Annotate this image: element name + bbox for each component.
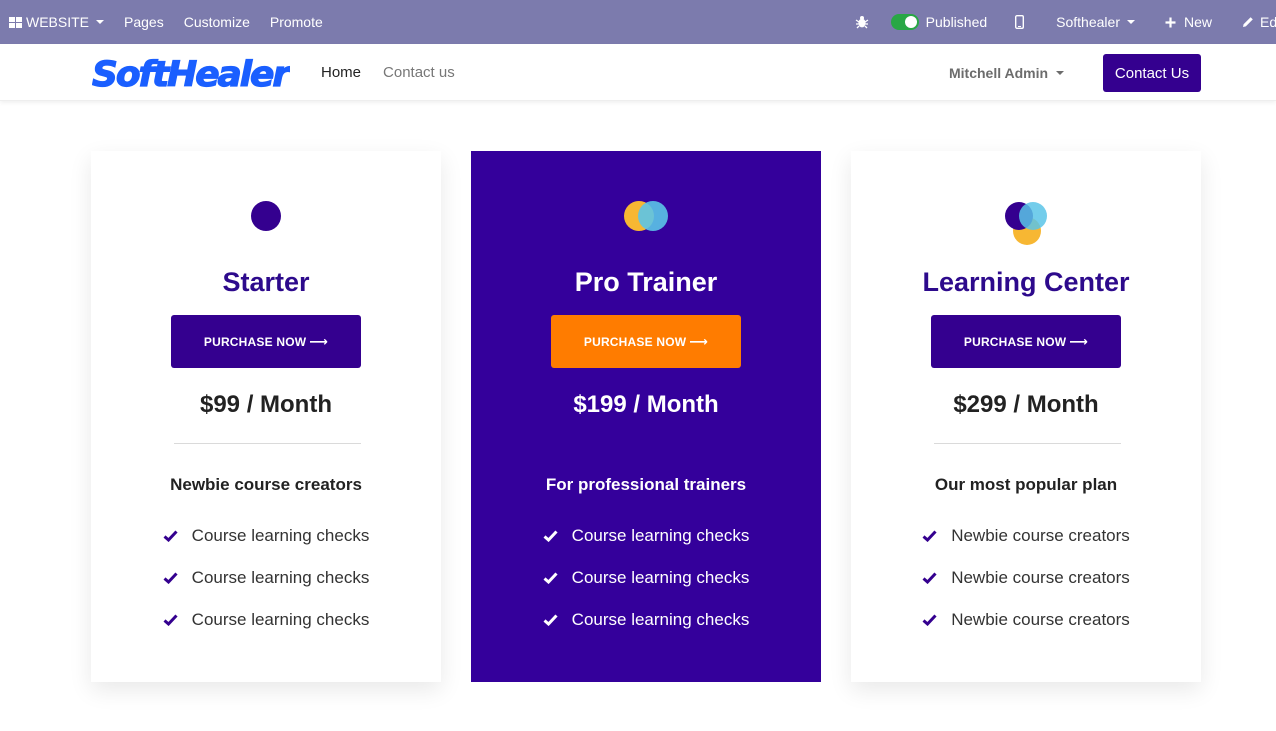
user-name: Mitchell Admin [949,64,1049,81]
feature-item: Course learning checks [471,515,821,557]
check-icon [163,530,178,542]
two-circles-icon [471,199,821,249]
admin-bar: WEBSITE Pages Customize Promote Publishe… [0,0,1276,44]
feature-item: Course learning checks [471,557,821,599]
published-label: Published [925,14,988,30]
feature-text: Course learning checks [191,526,370,545]
feature-text: Newbie course creators [951,610,1130,629]
promote-menu[interactable]: Promote [260,0,333,44]
nav-contact-link[interactable]: Contact us [383,64,455,81]
feature-text: Course learning checks [571,568,750,587]
debug-bug-icon[interactable] [845,0,891,44]
new-label: New [1183,14,1212,30]
feature-text: Course learning checks [191,568,370,587]
company-label: Softhealer [1056,14,1120,30]
feature-list: Course learning checks Course learning c… [471,515,821,641]
svg-text:SoftHealer: SoftHealer [92,55,290,94]
purchase-label: PURCHASE NOW [203,334,307,349]
check-icon [543,530,558,542]
feature-item: Newbie course creators [851,557,1201,599]
contact-us-button[interactable]: Contact Us [1103,54,1201,92]
pricing-card-pro-trainer: Pro Trainer PURCHASE NOW ⟶ $199 / Month … [471,151,821,682]
divider [174,443,361,444]
site-logo[interactable]: SoftHealer [92,54,290,94]
check-icon [922,572,937,584]
edit-label: Edit [1260,14,1276,30]
feature-item: Course learning checks [91,557,441,599]
purchase-now-button[interactable]: PURCHASE NOW ⟶ [551,315,741,368]
feature-item: Newbie course creators [851,515,1201,557]
feature-text: Course learning checks [571,526,750,545]
edit-button[interactable]: Edit [1232,0,1276,44]
pricing-card-starter: Starter PURCHASE NOW ⟶ $99 / Month Newbi… [91,151,441,682]
feature-text: Course learning checks [571,610,750,629]
purchase-label: PURCHASE NOW [583,334,687,349]
published-toggle[interactable]: Published [890,0,1006,44]
user-menu[interactable]: Mitchell Admin [949,44,1065,101]
plan-title: Learning Center [922,267,1130,297]
purchase-now-button[interactable]: PURCHASE NOW ⟶ [931,315,1121,368]
customize-menu[interactable]: Customize [174,0,260,44]
main-nav: Home Contact us [321,44,477,101]
mobile-preview-icon[interactable] [1005,0,1046,44]
divider [934,443,1121,444]
plus-icon [1165,17,1176,28]
feature-list: Course learning checks Course learning c… [91,515,441,641]
plan-price: $299 / Month [953,391,1099,418]
toggle-switch-icon [890,14,919,30]
feature-item: Course learning checks [91,599,441,641]
feature-item: Course learning checks [91,515,441,557]
pricing-card-learning-center: Learning Center PURCHASE NOW ⟶ $299 / Mo… [851,151,1201,682]
feature-text: Course learning checks [191,610,370,629]
check-icon [922,614,937,626]
chevron-down-icon [1056,70,1065,75]
check-icon [163,614,178,626]
single-circle-icon [91,199,441,249]
nav-home-link[interactable]: Home [321,64,361,81]
plan-subtitle: For professional trainers [545,475,747,494]
feature-text: Newbie course creators [951,568,1130,587]
apps-grid-icon [9,16,22,28]
site-header: SoftHealer Home Contact us Mitchell Admi… [0,44,1276,101]
check-icon [543,572,558,584]
new-button[interactable]: New [1155,0,1232,44]
purchase-label: PURCHASE NOW [963,334,1067,349]
pencil-icon [1242,16,1254,28]
purchase-now-button[interactable]: PURCHASE NOW ⟶ [171,315,361,368]
check-icon [543,614,558,626]
plan-subtitle: Our most popular plan [934,475,1118,494]
apps-menu-label: WEBSITE [26,14,90,30]
feature-text: Newbie course creators [951,526,1130,545]
check-icon [163,572,178,584]
plan-title: Starter [222,267,310,297]
feature-item: Newbie course creators [851,599,1201,641]
arrow-right-icon: ⟶ [1069,333,1089,349]
plan-subtitle: Newbie course creators [170,475,362,494]
arrow-right-icon: ⟶ [309,333,329,349]
chevron-down-icon [96,20,105,24]
company-switcher[interactable]: Softhealer [1046,0,1155,44]
arrow-right-icon: ⟶ [689,333,709,349]
check-icon [922,530,937,542]
apps-menu-button[interactable]: WEBSITE [0,0,114,44]
chevron-down-icon [1126,20,1135,24]
pages-menu[interactable]: Pages [114,0,174,44]
plan-price: $199 / Month [573,391,719,418]
plan-title: Pro Trainer [574,267,718,297]
feature-item: Course learning checks [471,599,821,641]
three-circles-icon [851,199,1201,249]
feature-list: Newbie course creators Newbie course cre… [851,515,1201,641]
plan-price: $99 / Month [199,391,332,418]
